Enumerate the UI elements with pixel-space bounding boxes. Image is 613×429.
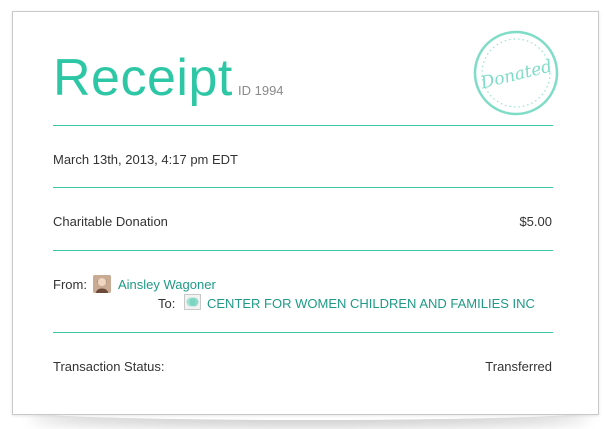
status-label: Transaction Status: xyxy=(53,359,165,374)
from-label: From: xyxy=(53,277,87,292)
organization-logo[interactable] xyxy=(184,294,201,310)
transaction-date: March 13th, 2013, 4:17 pm EDT xyxy=(53,152,238,167)
receipt-card: Receipt ID 1994 Donated March 13th, 2013… xyxy=(12,11,599,415)
stamp-text: Donated xyxy=(478,56,554,93)
divider xyxy=(53,125,553,126)
divider xyxy=(53,332,553,333)
item-label: Charitable Donation xyxy=(53,214,168,229)
donated-stamp: Donated xyxy=(473,30,559,116)
receipt-id: ID 1994 xyxy=(238,83,284,98)
to-label: To: xyxy=(158,296,176,311)
organization-name-link[interactable]: CENTER FOR WOMEN CHILDREN AND FAMILIES I… xyxy=(207,296,535,312)
donor-avatar[interactable] xyxy=(93,275,111,293)
item-amount: $5.00 xyxy=(519,214,552,229)
divider xyxy=(53,250,553,251)
donor-name-link[interactable]: Ainsley Wagoner xyxy=(118,277,216,293)
divider xyxy=(53,187,553,188)
receipt-title: Receipt xyxy=(53,49,233,107)
status-value: Transferred xyxy=(485,359,552,374)
